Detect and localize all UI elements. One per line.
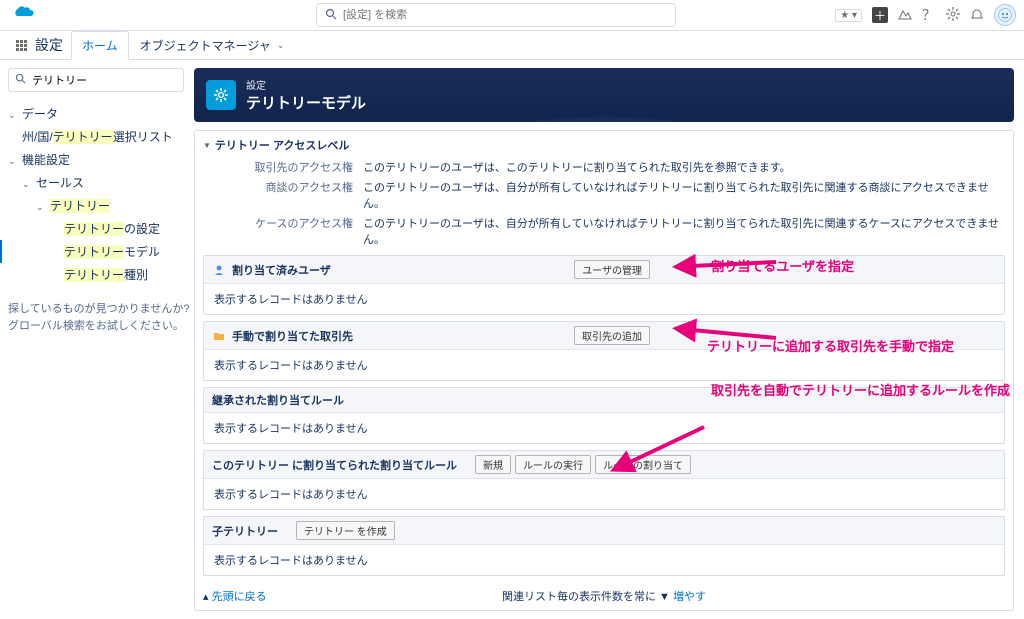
access-row-case: ケースのアクセス権このテリトリーのユーザは、自分が所有していなければテリトリーに…: [203, 213, 1005, 249]
app-launcher[interactable]: 設定: [8, 31, 71, 59]
block-title: 子テリトリー: [212, 523, 278, 539]
favorites-button[interactable]: ★ ▾: [835, 9, 862, 22]
tab-home[interactable]: ホーム: [71, 31, 129, 60]
tree-hint: 探しているものが見つかりませんか?グローバル検索をお試しください。: [8, 298, 184, 337]
block-body: 表示するレコードはありません: [204, 413, 1004, 443]
waffle-icon: [16, 40, 27, 51]
back-to-top-link[interactable]: ▴ 先頭に戻る: [203, 588, 267, 604]
global-search[interactable]: [316, 3, 676, 27]
block-inherited-rules: 継承された割り当てルール 表示するレコードはありません 取引先を自動でテリトリー…: [203, 387, 1005, 444]
tree-node-feature[interactable]: ⌄機能設定: [8, 148, 184, 171]
global-add-button[interactable]: ＋: [872, 7, 888, 23]
page-gear-icon: [206, 80, 236, 110]
salesforce-logo-icon: [12, 4, 36, 27]
access-row-opportunity: 商談のアクセス権このテリトリーのユーザは、自分が所有していなければテリトリーに割…: [203, 177, 1005, 213]
setup-tree: ⌄データ 州/国/テリトリー選択リスト ⌄機能設定 ⌄セールス ⌄テリトリー テ…: [8, 102, 184, 337]
block-title: 継承された割り当てルール: [212, 392, 344, 408]
access-level-section[interactable]: ▼ テリトリー アクセスレベル: [203, 137, 1005, 153]
header-utilities: ★ ▾ ＋ ？: [835, 4, 1016, 26]
folder-icon: [212, 329, 226, 343]
global-header: ★ ▾ ＋ ？: [0, 0, 1024, 30]
notifications-bell-icon[interactable]: [970, 7, 984, 24]
territory-panel: ▼ テリトリー アクセスレベル 取引先のアクセス権このテリトリーのユーザは、この…: [194, 130, 1014, 611]
quick-find[interactable]: [8, 68, 184, 92]
new-rule-button[interactable]: 新規: [475, 455, 511, 474]
block-manual-accounts: 手動で割り当てた取引先 取引先の追加 表示するレコードはありません テリトリーに…: [203, 321, 1005, 381]
user-icon: [212, 263, 226, 277]
tree-item-territory-type[interactable]: テリトリー種別: [8, 263, 184, 286]
create-territory-button[interactable]: テリトリー を作成: [296, 521, 395, 540]
main-content: 設定 テリトリーモデル ▼ テリトリー アクセスレベル 取引先のアクセス権このテ…: [188, 60, 1024, 619]
tree-node-sales[interactable]: ⌄セールス: [8, 171, 184, 194]
trailhead-icon[interactable]: [898, 7, 912, 24]
global-search-input[interactable]: [343, 9, 667, 21]
app-name: 設定: [35, 35, 63, 55]
add-accounts-button[interactable]: 取引先の追加: [574, 326, 650, 345]
page-title: テリトリーモデル: [246, 92, 366, 113]
quick-find-input[interactable]: [32, 74, 177, 86]
chevron-down-icon: ⌄: [277, 40, 285, 51]
setup-gear-icon[interactable]: [946, 7, 960, 24]
block-body: 表示するレコードはありません: [204, 350, 1004, 380]
manage-users-button[interactable]: ユーザの管理: [574, 260, 650, 279]
search-icon: [15, 73, 26, 87]
collapse-triangle-icon: ▼: [203, 141, 211, 150]
tree-node-data[interactable]: ⌄データ: [8, 102, 184, 125]
setup-sidebar: ⌄データ 州/国/テリトリー選択リスト ⌄機能設定 ⌄セールス ⌄テリトリー テ…: [0, 60, 188, 619]
block-assignment-rules: このテリトリー に割り当てられた割り当てルール 新規 ルールの実行 ルールの割り…: [203, 450, 1005, 510]
block-title: 手動で割り当てた取引先: [232, 328, 353, 344]
tree-item-territory-model[interactable]: テリトリーモデル: [0, 240, 184, 263]
page-supertitle: 設定: [246, 77, 366, 92]
show-more-link[interactable]: 増やす: [673, 591, 706, 603]
block-body: 表示するレコードはありません: [204, 479, 1004, 509]
block-child-territories: 子テリトリー テリトリー を作成 表示するレコードはありません: [203, 516, 1005, 576]
tree-node-territory[interactable]: ⌄テリトリー: [8, 194, 184, 217]
search-icon: [325, 8, 337, 23]
page-header: 設定 テリトリーモデル: [194, 68, 1014, 122]
tree-item-picklist[interactable]: 州/国/テリトリー選択リスト: [8, 125, 184, 148]
block-body: 表示するレコードはありません: [204, 284, 1004, 314]
panel-footer: ▴ 先頭に戻る 関連リスト毎の表示件数を常に ▼ 増やす: [203, 582, 1005, 606]
assign-rule-button[interactable]: ルールの割り当て: [595, 455, 691, 474]
block-body: 表示するレコードはありません: [204, 545, 1004, 575]
block-title: このテリトリー に割り当てられた割り当てルール: [212, 457, 457, 473]
tree-item-territory-settings[interactable]: テリトリーの設定: [8, 217, 184, 240]
tab-object-manager[interactable]: オブジェクトマネージャ⌄: [129, 31, 296, 59]
run-rule-button[interactable]: ルールの実行: [515, 455, 591, 474]
access-row-account: 取引先のアクセス権このテリトリーのユーザは、このテリトリーに割り当てられた取引先…: [203, 157, 1005, 177]
block-title: 割り当て済みユーザ: [232, 262, 331, 278]
block-assigned-users: 割り当て済みユーザ ユーザの管理 表示するレコードはありません 割り当てるユーザ…: [203, 255, 1005, 315]
app-nav-bar: 設定 ホーム オブジェクトマネージャ⌄: [0, 30, 1024, 60]
help-icon[interactable]: ？: [922, 5, 936, 25]
user-avatar[interactable]: [994, 4, 1016, 26]
